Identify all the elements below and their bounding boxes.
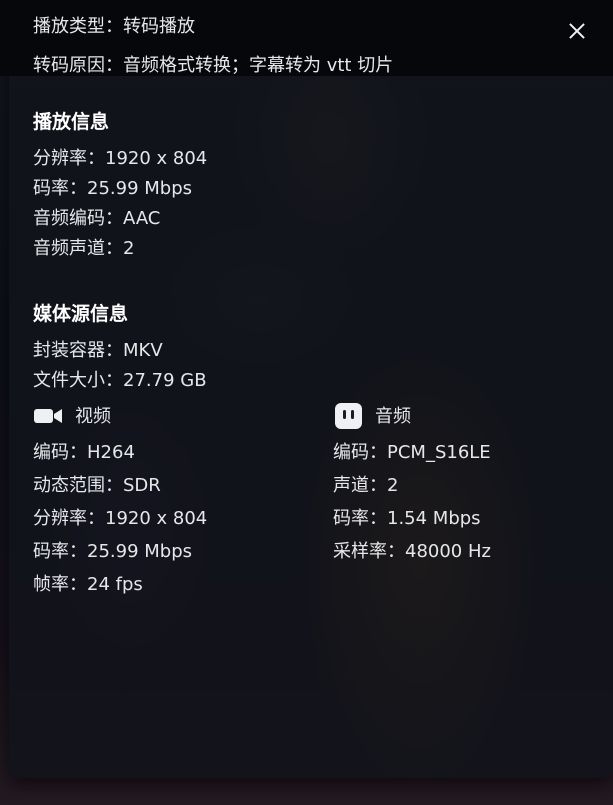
video-codec: 编码：H264	[33, 442, 135, 463]
transcode-reason-text: 转码原因：音频格式转换；字幕转为 vtt 切片	[33, 55, 394, 76]
video-resolution: 分辨率：1920 x 804	[33, 508, 208, 529]
audio-section-title: 音频	[375, 406, 411, 427]
play-type-text: 播放类型：转码播放	[33, 16, 195, 37]
playback-bitrate: 码率：25.99 Mbps	[33, 178, 193, 199]
playback-info-title: 播放信息	[33, 111, 110, 133]
audio-equalizer-icon	[335, 403, 362, 429]
video-camera-icon	[34, 409, 62, 423]
playback-audio-channels: 音频声道：2	[33, 238, 135, 259]
audio-bitrate: 码率：1.54 Mbps	[333, 508, 481, 529]
close-icon[interactable]	[562, 16, 592, 46]
playback-resolution: 分辨率：1920 x 804	[33, 148, 208, 169]
media-file-size: 文件大小：27.79 GB	[33, 370, 207, 391]
media-source-title: 媒体源信息	[33, 303, 129, 325]
video-bitrate: 码率：25.99 Mbps	[33, 541, 193, 562]
video-section-title: 视频	[75, 406, 111, 427]
video-dynamic-range: 动态范围：SDR	[33, 475, 161, 496]
audio-sample-rate: 采样率：48000 Hz	[333, 541, 491, 562]
media-container: 封装容器：MKV	[33, 340, 163, 361]
playback-audio-codec: 音频编码：AAC	[33, 208, 161, 229]
video-frame-rate: 帧率：24 fps	[33, 574, 143, 595]
audio-channels: 声道：2	[333, 475, 399, 496]
audio-codec: 编码：PCM_S16LE	[333, 442, 491, 463]
